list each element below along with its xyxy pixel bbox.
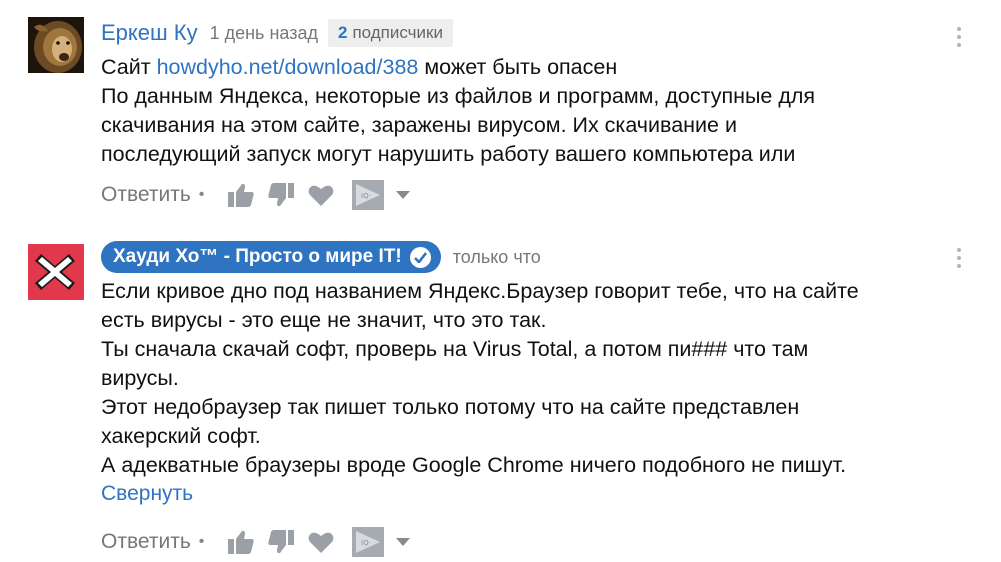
comment: Еркеш Ку 1 день назад 2 подписчики Сайт … xyxy=(0,0,1001,230)
reply-button[interactable]: Ответить xyxy=(101,183,191,207)
chevron-down-icon[interactable] xyxy=(396,538,411,546)
thumb-down-icon[interactable] xyxy=(268,183,295,207)
svg-text:IQ·: IQ· xyxy=(361,192,371,200)
comment-line: Сайт howdyho.net/download/388 может быть… xyxy=(101,53,951,82)
thumb-up-icon[interactable] xyxy=(228,530,254,554)
comment-line: хакерский софт. xyxy=(101,424,261,448)
heart-icon[interactable] xyxy=(308,184,334,206)
comment-line: последующий запуск могут нарушить работу… xyxy=(101,142,796,166)
author-name: Хауди Хо™ - Просто о мире IT! xyxy=(113,246,402,267)
comment-text: Если кривое дно под названием Яндекс.Бра… xyxy=(101,277,951,480)
comment-actions: Ответить • IQ· xyxy=(101,525,411,559)
comment-line: есть вирусы - это еще не значит, что это… xyxy=(101,308,547,332)
kebab-menu-icon[interactable] xyxy=(954,248,964,272)
subscriber-badge: 2 подписчики xyxy=(327,19,453,47)
heart-icon[interactable] xyxy=(308,531,334,553)
comment-actions: Ответить • IQ· xyxy=(101,178,411,212)
comment-header: Еркеш Ку 1 день назад 2 подписчики xyxy=(101,18,453,48)
subscriber-label: подписчики xyxy=(352,23,443,42)
red-x-avatar[interactable] xyxy=(28,244,84,300)
promo-icon[interactable]: IQ· xyxy=(352,527,385,557)
comment-time[interactable]: только что xyxy=(453,247,541,268)
comment-time[interactable]: 1 день назад xyxy=(210,23,318,44)
text-fragment: Сайт xyxy=(101,55,157,79)
separator: • xyxy=(198,533,205,550)
comment-line: Ты сначала скачай софт, проверь на Virus… xyxy=(101,337,809,361)
lion-avatar[interactable] xyxy=(28,17,84,73)
comment-text: Сайт howdyho.net/download/388 может быть… xyxy=(101,53,951,169)
author-badge[interactable]: Хауди Хо™ - Просто о мире IT! xyxy=(101,241,441,273)
promo-icon[interactable]: IQ· xyxy=(352,180,385,210)
check-icon xyxy=(409,246,431,268)
comment-line: вирусы. xyxy=(101,366,179,390)
comment-line: А адекватные браузеры вроде Google Chrom… xyxy=(101,453,847,477)
comment-line: скачивания на этом сайте, заражены вирус… xyxy=(101,113,737,137)
reply-button[interactable]: Ответить xyxy=(101,530,191,554)
collapse-link[interactable]: Свернуть xyxy=(101,482,193,506)
kebab-menu-icon[interactable] xyxy=(954,27,964,51)
comment: Хауди Хо™ - Просто о мире IT! только что… xyxy=(0,230,1001,562)
comment-header: Хауди Хо™ - Просто о мире IT! только что xyxy=(101,241,541,273)
author-name[interactable]: Еркеш Ку xyxy=(101,20,198,46)
svg-text:IQ·: IQ· xyxy=(361,539,371,547)
thumb-up-icon[interactable] xyxy=(228,183,254,207)
comment-line: Если кривое дно под названием Яндекс.Бра… xyxy=(101,279,859,303)
chevron-down-icon[interactable] xyxy=(396,191,411,199)
comment-line: Этот недобраузер так пишет только потому… xyxy=(101,395,800,419)
subscriber-count: 2 xyxy=(337,23,348,42)
separator: • xyxy=(198,186,205,203)
thumb-down-icon[interactable] xyxy=(268,530,295,554)
comment-link[interactable]: howdyho.net/download/388 xyxy=(157,55,419,79)
comment-line: По данным Яндекса, некоторые из файлов и… xyxy=(101,84,816,108)
text-fragment: может быть опасен xyxy=(418,55,618,79)
